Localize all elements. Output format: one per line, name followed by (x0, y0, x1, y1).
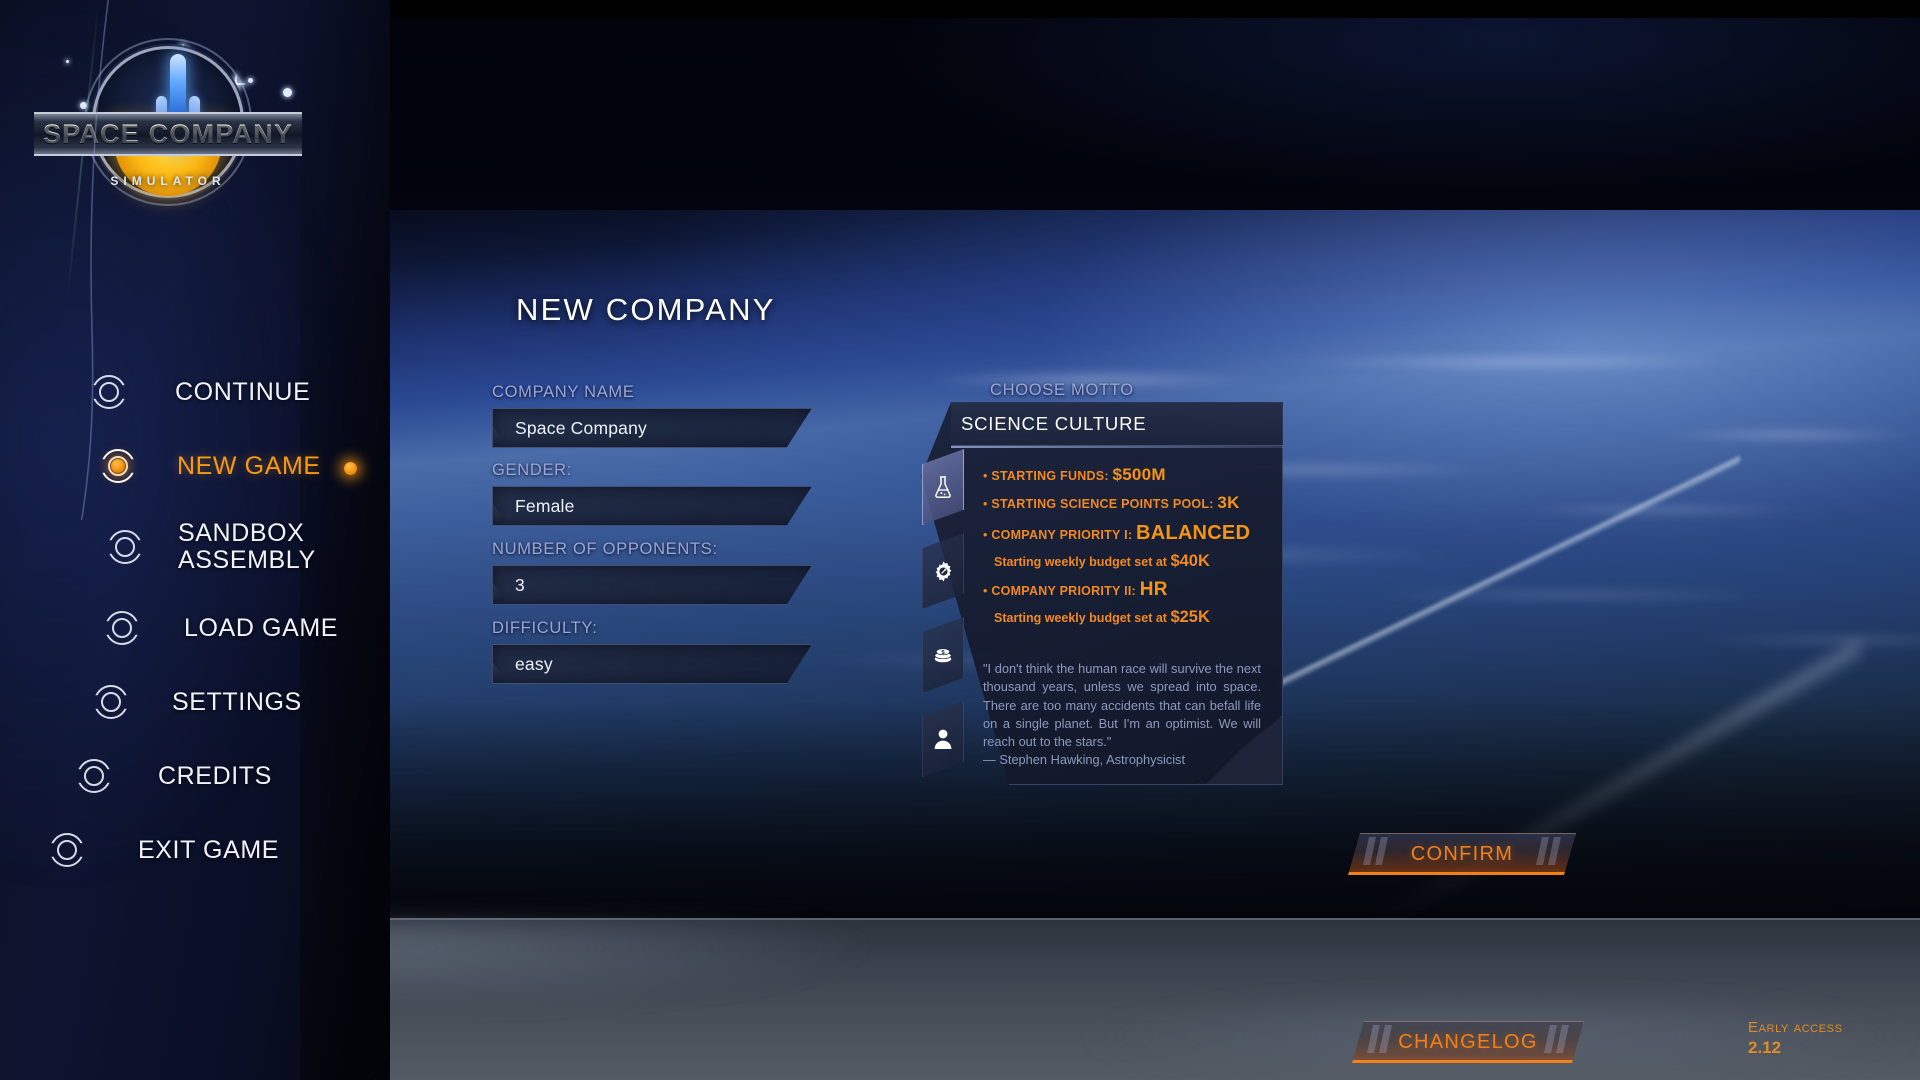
field-number-of-opponents: NUMBER OF OPPONENTS: 3 (492, 540, 812, 605)
stat-starting-funds: • STARTING FUNDS: $500M (983, 464, 1273, 487)
gender-select[interactable]: Female (492, 486, 812, 526)
motto-quote: "I don't think the human race will survi… (983, 661, 1261, 750)
stat-value: HR (1139, 578, 1168, 600)
field-value: Female (515, 495, 575, 516)
stat-bullet: • (983, 496, 988, 511)
motto-tab-hr[interactable] (922, 701, 964, 777)
main-content: NEW COMPANY COMPANY NAME Space Company G… (0, 0, 1920, 1080)
person-icon (934, 729, 952, 749)
stat-sub-text: Starting weekly budget set at (994, 554, 1171, 569)
motto-panel-header: SCIENCE CULTURE (951, 402, 1283, 446)
page-title: NEW COMPANY (516, 292, 776, 327)
stat-science-points: • STARTING SCIENCE POINTS POOL: 3K (983, 492, 1273, 515)
stat-sub-value: $40K (1170, 551, 1210, 570)
field-label: DIFFICULTY: (492, 619, 598, 637)
stat-value: BALANCED (1136, 521, 1251, 544)
motto-stats: • STARTING FUNDS: $500M • STARTING SCIEN… (983, 464, 1273, 633)
stat-priority-1-budget: Starting weekly budget set at $40K (994, 552, 1273, 571)
field-gender: GENDER: Female (492, 461, 812, 526)
motto-quote-author: — Stephen Hawking, Astrophysicist (983, 752, 1186, 767)
stat-priority-1: • COMPANY PRIORITY I: BALANCED (983, 520, 1273, 547)
motto-title: SCIENCE CULTURE (961, 412, 1147, 434)
stat-bullet: • (983, 583, 988, 598)
stat-priority-2-budget: Starting weekly budget set at $25K (994, 608, 1273, 627)
stat-value: 3K (1217, 492, 1240, 512)
field-label: GENDER: (492, 461, 573, 479)
motto-panel: SCIENCE CULTURE $ • STARTING FUNDS: $500… (921, 402, 1283, 785)
version-info: Early Access 2.12 (1748, 1019, 1843, 1058)
gear-icon (935, 561, 951, 581)
field-value: Space Company (515, 417, 647, 438)
stat-bullet: • (983, 527, 988, 542)
motto-tab-finance[interactable]: $ (922, 617, 964, 693)
version-number: 2.12 (1748, 1038, 1782, 1057)
motto-category-rail: $ (922, 447, 964, 784)
field-label: COMPANY NAME (492, 383, 635, 401)
early-access-label: Early Access (1748, 1019, 1843, 1036)
stat-priority-2: • COMPANY PRIORITY II: HR (983, 577, 1273, 603)
stat-key: STARTING FUNDS: (991, 469, 1109, 483)
stat-key: COMPANY PRIORITY I: (991, 527, 1133, 542)
stat-key: STARTING SCIENCE POINTS POOL: (991, 496, 1214, 511)
stat-key: COMPANY PRIORITY II: (991, 583, 1136, 598)
field-value: 3 (515, 574, 525, 595)
flask-icon (935, 476, 951, 498)
company-name-input[interactable]: Space Company (492, 408, 812, 448)
stat-value: $500M (1112, 465, 1166, 484)
stat-sub-text: Starting weekly budget set at (994, 610, 1171, 625)
choose-motto-label: CHOOSE MOTTO (990, 381, 1134, 399)
field-label: NUMBER OF OPPONENTS: (492, 540, 718, 558)
confirm-button-label: CONFIRM (1410, 842, 1514, 865)
motto-tab-science[interactable] (922, 449, 964, 525)
changelog-button-label: CHANGELOG (1398, 1030, 1538, 1053)
coins-icon: $ (934, 648, 952, 663)
field-value: easy (515, 653, 553, 674)
difficulty-select[interactable]: easy (492, 644, 812, 684)
confirm-button[interactable]: CONFIRM (1348, 833, 1576, 875)
changelog-button[interactable]: CHANGELOG (1352, 1021, 1584, 1063)
field-difficulty: DIFFICULTY: easy (492, 619, 812, 684)
opponents-input[interactable]: 3 (492, 565, 812, 605)
stat-sub-value: $25K (1170, 607, 1210, 626)
field-company-name: COMPANY NAME Space Company (492, 383, 812, 448)
motto-title-underline (951, 446, 1283, 448)
motto-tab-engineering[interactable] (922, 533, 964, 609)
stat-bullet: • (983, 469, 988, 483)
